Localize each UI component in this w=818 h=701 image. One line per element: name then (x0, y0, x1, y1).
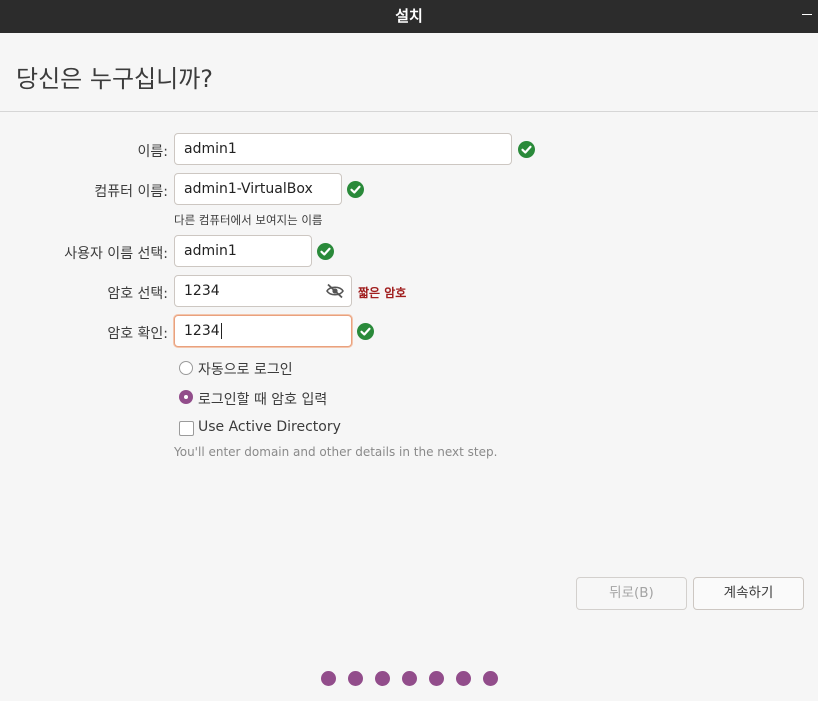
progress-dot (321, 671, 336, 686)
title-bar: 설치 (0, 0, 818, 33)
continue-button[interactable]: 계속하기 (693, 577, 804, 610)
name-input[interactable]: admin1 (174, 133, 512, 165)
auto-login-label[interactable]: 자동으로 로그인 (198, 359, 293, 379)
page-title: 당신은 누구십니까? (16, 65, 214, 93)
computer-name-label: 컴퓨터 이름: (94, 184, 168, 200)
auto-login-radio[interactable] (179, 361, 193, 375)
active-directory-label[interactable]: Use Active Directory (198, 419, 341, 435)
confirm-password-input[interactable]: 1234 (174, 315, 352, 347)
active-directory-checkbox[interactable] (179, 421, 194, 436)
name-label: 이름: (137, 144, 168, 160)
back-button[interactable]: 뒤로(B) (576, 577, 687, 610)
computer-name-input[interactable]: admin1-VirtualBox (174, 173, 342, 205)
username-label: 사용자 이름 선택: (64, 246, 168, 262)
password-strength-label: 짧은 암호 (358, 286, 407, 300)
progress-dot (402, 671, 417, 686)
progress-dot (483, 671, 498, 686)
require-password-radio[interactable] (179, 390, 193, 404)
username-input[interactable]: admin1 (174, 235, 312, 267)
username-valid-check-icon (317, 243, 334, 260)
password-label: 암호 선택: (107, 286, 168, 302)
confirm-password-label: 암호 확인: (107, 326, 168, 342)
require-password-label[interactable]: 로그인할 때 암호 입력 (198, 389, 327, 409)
confirm-password-valid-check-icon (357, 323, 374, 340)
progress-dot (375, 671, 390, 686)
confirm-password-value: 1234 (184, 323, 220, 339)
minimize-icon[interactable] (802, 14, 812, 15)
progress-dot (429, 671, 444, 686)
name-valid-check-icon (518, 141, 535, 158)
active-directory-note: You'll enter domain and other details in… (174, 445, 498, 459)
window-title: 설치 (395, 7, 423, 25)
hide-password-icon[interactable] (325, 282, 345, 304)
progress-dot (348, 671, 363, 686)
computer-name-hint: 다른 컴퓨터에서 보여지는 이름 (174, 213, 323, 227)
page-header: 당신은 누구십니까? (0, 33, 818, 112)
computer-name-valid-check-icon (347, 181, 364, 198)
progress-dot (456, 671, 471, 686)
text-cursor (220, 323, 222, 339)
